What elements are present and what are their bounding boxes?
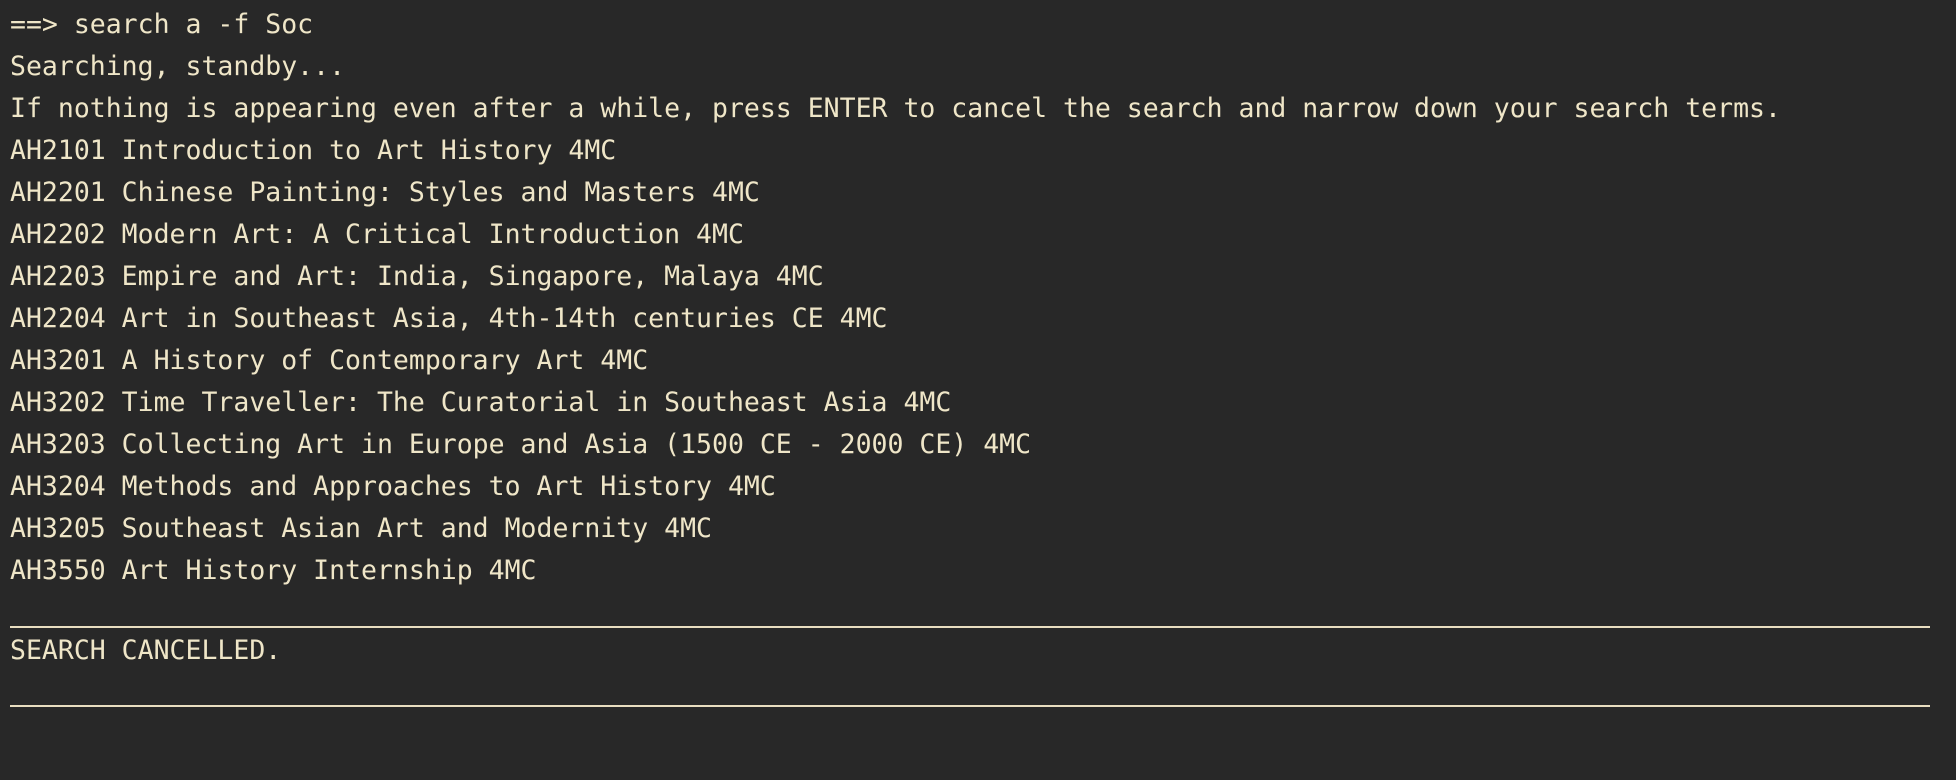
result-line: AH3203 Collecting Art in Europe and Asia… (10, 429, 1032, 460)
result-line: AH3550 Art History Internship 4MC (10, 555, 537, 586)
command-line: ==> search a -f Soc (10, 9, 314, 40)
searching-status: Searching, standby... (10, 51, 346, 82)
result-line: AH2202 Modern Art: A Critical Introducti… (10, 219, 744, 250)
terminal-window[interactable]: ==> search a -f Soc Searching, standby..… (0, 0, 1956, 780)
result-line: AH3205 Southeast Asian Art and Modernity… (10, 513, 712, 544)
result-line: AH3201 A History of Contemporary Art 4MC (10, 345, 649, 376)
result-line: AH2204 Art in Southeast Asia, 4th-14th c… (10, 303, 888, 334)
search-cancelled-message: SEARCH CANCELLED. (10, 635, 282, 666)
result-line: AH3202 Time Traveller: The Curatorial in… (10, 387, 952, 418)
result-line: AH2201 Chinese Painting: Styles and Mast… (10, 177, 760, 208)
result-line: AH2101 Introduction to Art History 4MC (10, 135, 617, 166)
search-results: AH2101 Introduction to Art History 4MC A… (10, 130, 1956, 592)
cancel-hint: If nothing is appearing even after a whi… (10, 93, 1781, 124)
result-line: AH2203 Empire and Art: India, Singapore,… (10, 261, 824, 292)
result-line: AH3204 Methods and Approaches to Art His… (10, 471, 776, 502)
divider-bottom (10, 705, 1930, 707)
divider-top (10, 626, 1930, 628)
